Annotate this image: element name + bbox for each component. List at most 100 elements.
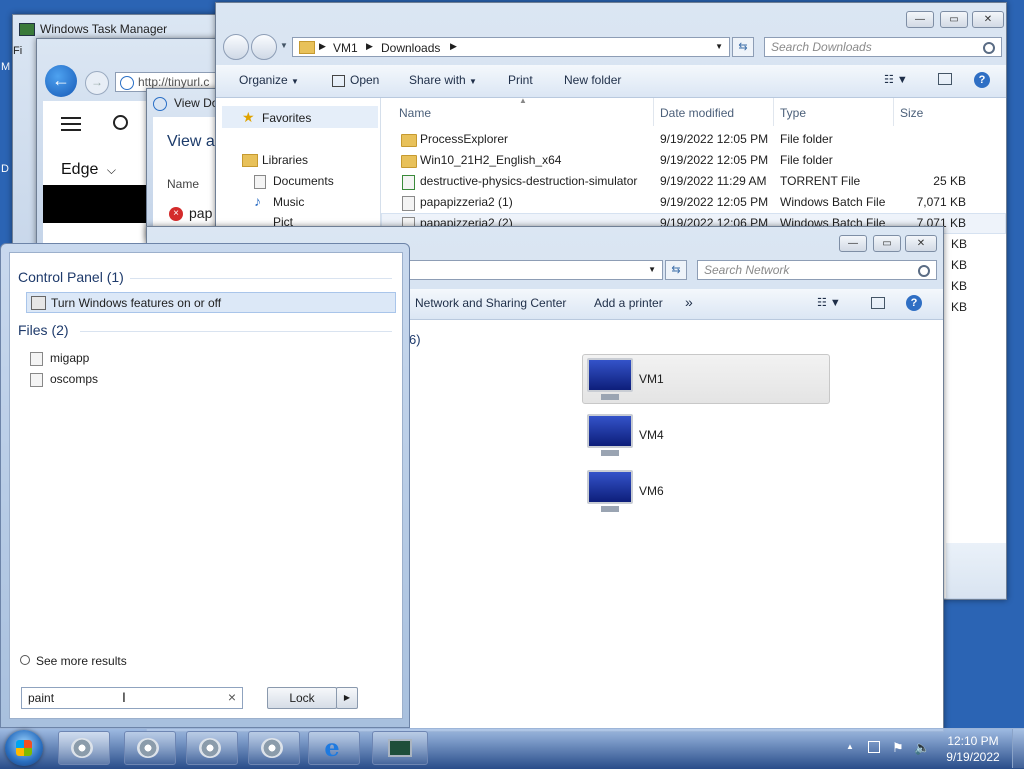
tray-clock[interactable]: 12:10 PM 9/19/2022	[942, 733, 1004, 765]
computer-icon[interactable]	[587, 414, 633, 456]
network-tray-icon[interactable]	[868, 741, 880, 753]
nav-music[interactable]: Music	[273, 195, 304, 209]
view-downloads-icon	[153, 97, 167, 111]
back-nav-button[interactable]	[223, 34, 249, 60]
tray-chevron-icon[interactable]: ▲	[846, 742, 854, 751]
help-icon[interactable]: ?	[974, 72, 990, 88]
see-more-results-link[interactable]: See more results	[18, 653, 218, 671]
partial-size: KB	[951, 237, 968, 251]
downloads-search-input[interactable]: Search Downloads	[764, 37, 1002, 57]
table-row[interactable]: destructive-physics-destruction-simulato…	[381, 171, 1006, 192]
batch-file-icon	[402, 196, 415, 211]
network-search-input[interactable]: Search Network	[697, 260, 937, 280]
hamburger-menu-icon[interactable]	[61, 117, 81, 131]
taskbar-button-control-panel[interactable]	[58, 731, 110, 765]
refresh-button[interactable]: ⇆	[665, 260, 687, 280]
start-button[interactable]	[5, 730, 43, 766]
new-folder-button[interactable]: New folder	[564, 73, 621, 87]
open-button[interactable]: Open	[332, 73, 379, 87]
view-options-icon[interactable]: ☷ ▼	[817, 296, 841, 309]
edge-menu[interactable]: Edge ⌵	[61, 161, 116, 179]
computer-icon[interactable]	[587, 470, 633, 512]
breadcrumb-vm1[interactable]: VM1	[333, 41, 358, 55]
print-button[interactable]: Print	[508, 73, 533, 87]
result-item-turn-windows-features[interactable]: Turn Windows features on or off	[26, 292, 396, 313]
result-item-oscomps[interactable]: oscomps	[30, 371, 230, 389]
forward-button[interactable]: →	[85, 71, 109, 95]
download-item-name[interactable]: pap	[189, 205, 212, 221]
forward-nav-button[interactable]	[251, 34, 277, 60]
task-manager-menu-file[interactable]: Fi	[13, 45, 22, 57]
tray-date: 9/19/2022	[946, 750, 1000, 764]
close-button[interactable]: ✕	[972, 11, 1004, 28]
result-item-migapp[interactable]: migapp	[30, 350, 230, 368]
view-options-icon[interactable]: ☷ ▼	[884, 73, 908, 86]
task-manager-title: Windows Task Manager	[40, 22, 168, 36]
help-icon[interactable]: ?	[906, 295, 922, 311]
minimize-button[interactable]: —	[839, 235, 867, 252]
column-header-size[interactable]: Size	[900, 106, 923, 120]
taskbar-button-task-manager[interactable]	[372, 731, 428, 765]
preview-pane-icon[interactable]	[938, 73, 952, 85]
downloads-address-bar[interactable]: ▶ VM1 ▶ Downloads ▶ ▼	[292, 37, 730, 57]
file-type: File folder	[780, 153, 833, 167]
share-with-button[interactable]: Share with ▼	[409, 73, 477, 87]
network-sharing-center-button[interactable]: Network and Sharing Center	[415, 296, 566, 310]
computer-name-vm4[interactable]: VM4	[639, 428, 664, 442]
control-panel-icon	[31, 296, 46, 310]
folder-icon	[401, 134, 417, 147]
column-header-name[interactable]: Name	[399, 106, 431, 120]
address-dropdown-icon[interactable]: ▼	[715, 42, 723, 51]
column-header-date[interactable]: Date modified	[660, 106, 734, 120]
name-column-header: Name	[167, 177, 200, 191]
table-row[interactable]: ProcessExplorer 9/19/2022 12:05 PM File …	[381, 129, 1006, 150]
share-with-label: Share with	[409, 73, 466, 87]
refresh-button[interactable]: ⇆	[732, 37, 754, 57]
add-printer-button[interactable]: Add a printer	[594, 296, 663, 310]
taskbar-button-settings-1[interactable]	[124, 731, 176, 765]
more-commands-button[interactable]: »	[685, 294, 693, 310]
maximize-button[interactable]: ▭	[940, 11, 968, 28]
back-button[interactable]: ←	[45, 65, 77, 97]
breadcrumb-downloads[interactable]: Downloads	[381, 41, 440, 55]
show-desktop-button[interactable]	[1012, 729, 1024, 768]
error-icon: ×	[169, 207, 183, 221]
taskbar-button-settings-2[interactable]	[186, 731, 238, 765]
nav-libraries[interactable]: Libraries	[262, 153, 308, 167]
address-dropdown-icon[interactable]: ▼	[648, 265, 656, 274]
desktop-label-d: D	[1, 163, 9, 175]
search-icon	[918, 265, 930, 277]
config-file-icon	[30, 352, 43, 366]
table-row[interactable]: Win10_21H2_English_x64 9/19/2022 12:05 P…	[381, 150, 1006, 171]
internet-explorer-icon: e	[324, 733, 340, 762]
column-header-type[interactable]: Type	[780, 106, 806, 120]
power-options-button[interactable]: ▶	[336, 687, 358, 709]
maximize-button[interactable]: ▭	[873, 235, 901, 252]
organize-button[interactable]: Organize ▼	[239, 73, 299, 87]
clear-search-icon[interactable]: ×	[228, 689, 236, 705]
minimize-button[interactable]: —	[906, 11, 934, 28]
flag-tray-icon[interactable]: ⚑	[892, 740, 904, 756]
taskbar-button-internet-explorer[interactable]: e	[308, 731, 360, 765]
recent-pages-chevron-icon[interactable]: ▼	[280, 41, 288, 50]
computer-icon	[587, 358, 633, 400]
start-search-input[interactable]: paint I ×	[21, 687, 243, 709]
file-type: Windows Batch File	[780, 195, 886, 209]
search-icon[interactable]	[113, 115, 128, 130]
search-icon	[983, 42, 995, 54]
nav-documents[interactable]: Documents	[273, 174, 334, 188]
computer-name-vm6[interactable]: VM6	[639, 484, 664, 498]
table-row[interactable]: papapizzeria2 (1) 9/19/2022 12:05 PM Win…	[381, 192, 1006, 213]
taskbar-button-settings-3[interactable]	[248, 731, 300, 765]
volume-tray-icon[interactable]: 🔈	[914, 740, 930, 756]
network-address-bar[interactable]: ▼	[397, 260, 663, 280]
ie-page-icon	[120, 76, 134, 90]
nav-favorites[interactable]: Favorites	[262, 111, 311, 125]
group-divider	[130, 278, 392, 279]
file-date: 9/19/2022 12:05 PM	[660, 132, 769, 146]
sort-arrow-icon: ▲	[519, 96, 527, 105]
close-button[interactable]: ✕	[905, 235, 937, 252]
file-type: TORRENT File	[780, 174, 861, 188]
preview-pane-icon[interactable]	[871, 297, 885, 309]
lock-button[interactable]: Lock	[267, 687, 337, 709]
